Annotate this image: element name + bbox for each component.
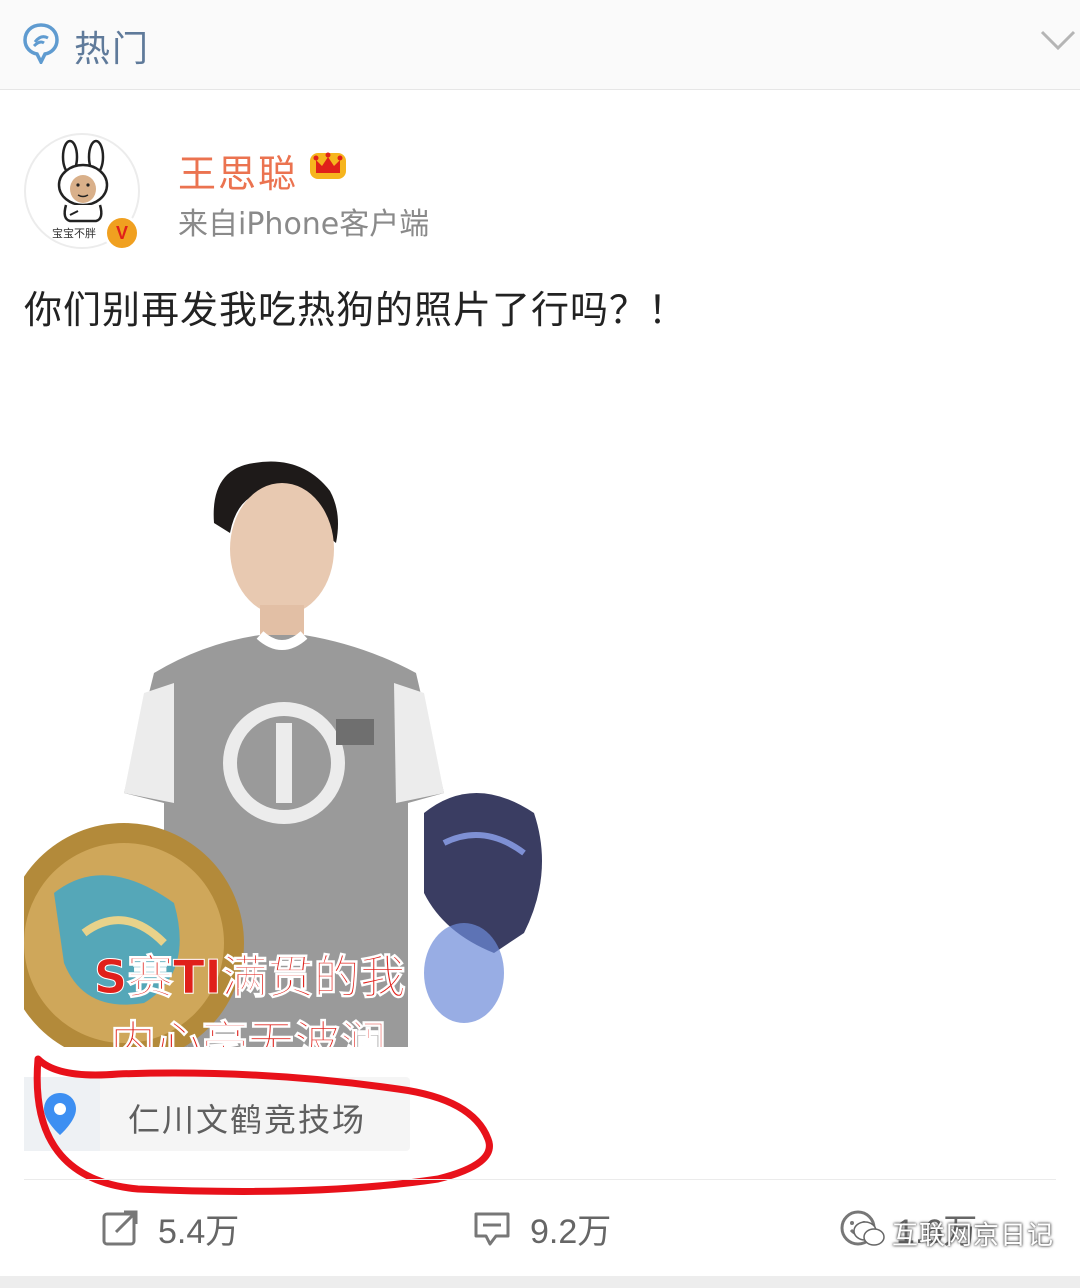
post-image[interactable]: S赛TI满贯的我 内心毫无波澜 [24,373,546,1047]
image-caption-line1: S赛TI满贯的我 [94,950,406,1004]
watermark: 互联网京日记 [852,1215,1054,1252]
post-source: 来自iPhone客户端 [178,207,430,242]
wechat-icon [853,1220,885,1246]
comment-count: 9.2万 [530,1212,612,1251]
comment-icon [474,1212,510,1246]
location-tag[interactable]: 仁川文鹤竞技场 [24,1077,410,1151]
hot-header-bar[interactable]: 热门 [0,0,1080,90]
author-name[interactable]: 王思聪 [178,143,298,198]
verified-badge: V [104,215,140,251]
image-caption-line2: 内心毫无波澜 [110,1016,386,1047]
repost-count: 5.4万 [158,1212,240,1251]
weibo-post-card: 宝宝不胖 V 王思聪 来自iPhone客户端 你们别再发我吃热狗的照片了行吗？！ [0,91,1080,1288]
verified-mark: V [115,222,128,243]
bottom-separator [0,1276,1080,1288]
location-pin-icon [44,1093,76,1135]
repost-button[interactable]: 5.4万 [100,1203,239,1253]
action-divider [24,1179,1056,1180]
location-label: 仁川文鹤竞技场 [128,1101,367,1139]
chevron-down-icon[interactable] [1040,28,1076,54]
post-text: 你们别再发我吃热狗的照片了行吗？！ [24,288,688,332]
watermark-text: 互联网京日记 [892,1221,1055,1251]
avatar-caption: 宝宝不胖 [52,227,96,240]
header-title: 热门 [74,29,151,70]
comment-button[interactable]: 9.2万 [472,1203,611,1253]
repost-icon [102,1210,138,1246]
crown-icon[interactable] [306,145,350,183]
chat-bubble-icon [23,23,59,64]
